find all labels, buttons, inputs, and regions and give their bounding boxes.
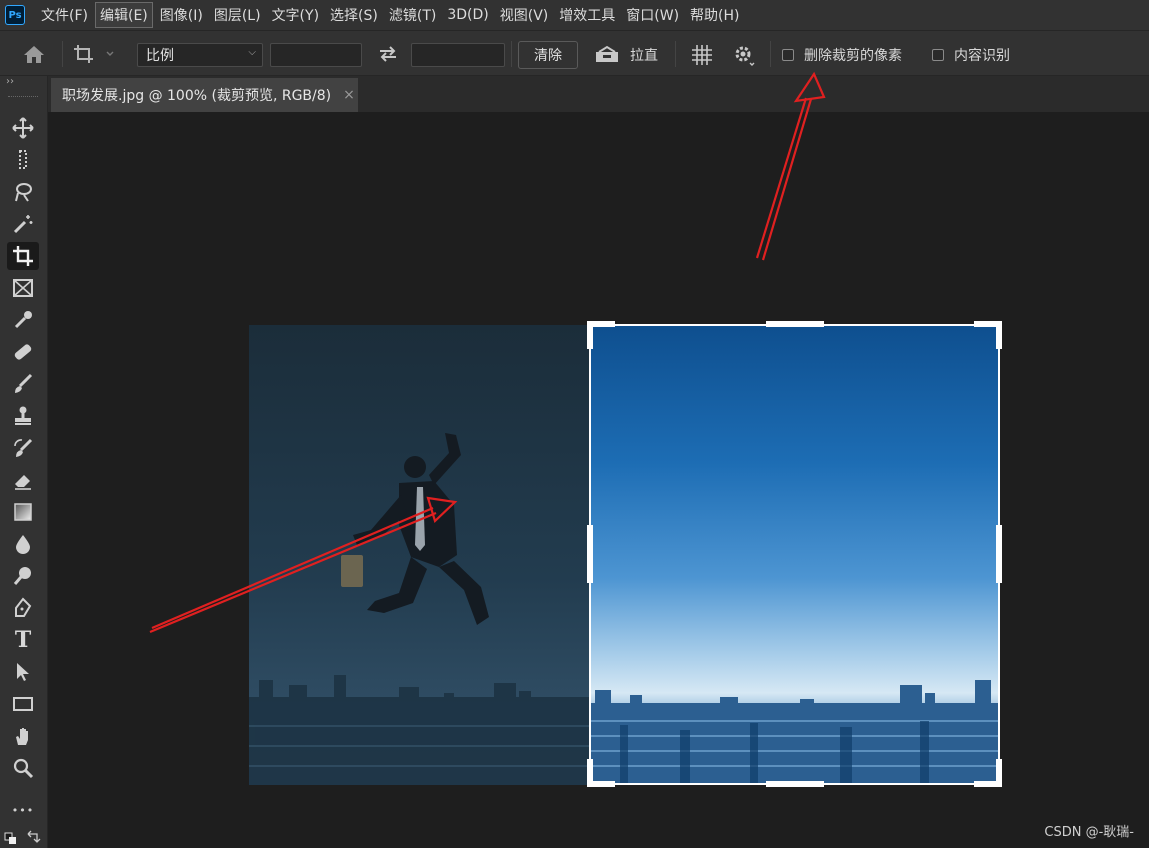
photoshop-logo: Ps (5, 5, 25, 25)
lasso-tool-icon[interactable] (7, 178, 39, 206)
menu-layer[interactable]: 图层(L) (210, 3, 265, 27)
separator (770, 41, 771, 67)
eraser-tool-icon[interactable] (7, 466, 39, 494)
watermark: CSDN @-耿瑞- (1044, 825, 1134, 840)
eyedropper-tool-icon[interactable] (7, 306, 39, 334)
menu-select[interactable]: 选择(S) (326, 3, 382, 27)
crop-preset-icon[interactable] (73, 43, 117, 69)
menu-window[interactable]: 窗口(W) (622, 3, 683, 27)
history-brush-tool-icon[interactable] (7, 434, 39, 462)
cropped-out-image-area (249, 325, 590, 785)
crop-handle-bottom-right[interactable] (996, 759, 1002, 787)
hand-tool-icon[interactable] (7, 722, 39, 750)
gradient-tool-icon[interactable] (7, 498, 39, 526)
rectangle-tool-icon[interactable] (7, 690, 39, 718)
ratio-select-value: 比例 (146, 48, 174, 64)
marquee-tool-icon[interactable] (7, 146, 39, 174)
path-selection-tool-icon[interactable] (7, 658, 39, 686)
more-tools-icon[interactable]: ••• (7, 796, 39, 824)
crop-handle-top-left[interactable] (587, 321, 593, 349)
close-icon[interactable]: × (343, 87, 355, 103)
options-bar: 比例 ⌵ 清除 拉直 删除裁剪的像素 内容识别 (0, 30, 1149, 76)
blur-tool-icon[interactable] (7, 530, 39, 558)
crop-bounding-box[interactable] (589, 324, 1000, 785)
document-tab-strip: 职场发展.jpg @ 100% (裁剪预览, RGB/8) × (48, 76, 1149, 112)
menu-help[interactable]: 帮助(H) (686, 3, 743, 27)
menu-3d[interactable]: 3D(D) (443, 5, 492, 25)
gear-icon[interactable] (733, 44, 757, 72)
width-field[interactable] (270, 43, 362, 67)
panel-grip (8, 96, 38, 98)
brush-tool-icon[interactable] (7, 370, 39, 398)
delete-cropped-checkbox[interactable] (782, 49, 794, 61)
crop-handle-bottom[interactable] (766, 781, 824, 787)
clone-stamp-tool-icon[interactable] (7, 402, 39, 430)
content-aware-checkbox[interactable] (932, 49, 944, 61)
tools-panel: ›› T ••• (0, 76, 48, 848)
menu-bar: Ps 文件(F) 编辑(E) 图像(I) 图层(L) 文字(Y) 选择(S) 滤… (0, 0, 1149, 30)
menu-view[interactable]: 视图(V) (496, 3, 553, 27)
menu-edit[interactable]: 编辑(E) (94, 2, 153, 28)
ratio-select[interactable]: 比例 ⌵ (137, 43, 263, 67)
document-tab-title: 职场发展.jpg @ 100% (裁剪预览, RGB/8) (62, 88, 332, 104)
separator (62, 41, 63, 67)
move-tool-icon[interactable] (7, 114, 39, 142)
document-tab[interactable]: 职场发展.jpg @ 100% (裁剪预览, RGB/8) × (51, 78, 358, 112)
height-field[interactable] (411, 43, 505, 67)
clear-button[interactable]: 清除 (518, 41, 578, 69)
type-tool-icon[interactable]: T (7, 626, 39, 654)
frame-tool-icon[interactable] (7, 274, 39, 302)
overlay-grid-icon[interactable] (690, 44, 714, 70)
menu-type[interactable]: 文字(Y) (268, 3, 323, 27)
menu-filter[interactable]: 滤镜(T) (385, 3, 440, 27)
zoom-tool-icon[interactable] (7, 754, 39, 782)
crop-handle-top-right[interactable] (996, 321, 1002, 349)
menu-image[interactable]: 图像(I) (156, 3, 207, 27)
magic-wand-tool-icon[interactable] (7, 210, 39, 238)
city-skyline-dim (249, 433, 590, 785)
crop-handle-top[interactable] (766, 321, 824, 327)
photoshop-window: Ps 文件(F) 编辑(E) 图像(I) 图层(L) 文字(Y) 选择(S) 滤… (0, 0, 1149, 848)
separator (675, 41, 676, 67)
content-aware-label[interactable]: 内容识别 (954, 45, 1010, 65)
home-icon[interactable] (22, 44, 46, 68)
crop-handle-left[interactable] (587, 525, 593, 583)
crop-handle-right[interactable] (996, 525, 1002, 583)
separator (511, 41, 512, 67)
dodge-tool-icon[interactable] (7, 562, 39, 590)
menu-file[interactable]: 文件(F) (37, 3, 92, 27)
delete-cropped-label[interactable]: 删除裁剪的像素 (804, 45, 902, 65)
crop-tool-icon[interactable] (7, 242, 39, 270)
pen-tool-icon[interactable] (7, 594, 39, 622)
jumping-businessman (341, 433, 489, 625)
menu-plugins[interactable]: 增效工具 (555, 3, 619, 27)
color-swatches-icon[interactable] (4, 830, 42, 848)
collapse-panel-icon[interactable]: ›› (6, 76, 14, 87)
crop-handle-bottom-left[interactable] (587, 759, 593, 787)
swap-icon[interactable] (377, 45, 399, 67)
straighten-label[interactable]: 拉直 (630, 45, 658, 65)
straighten-icon[interactable] (594, 44, 620, 68)
chevron-down-icon: ⌵ (248, 47, 256, 58)
healing-brush-tool-icon[interactable] (7, 338, 39, 366)
